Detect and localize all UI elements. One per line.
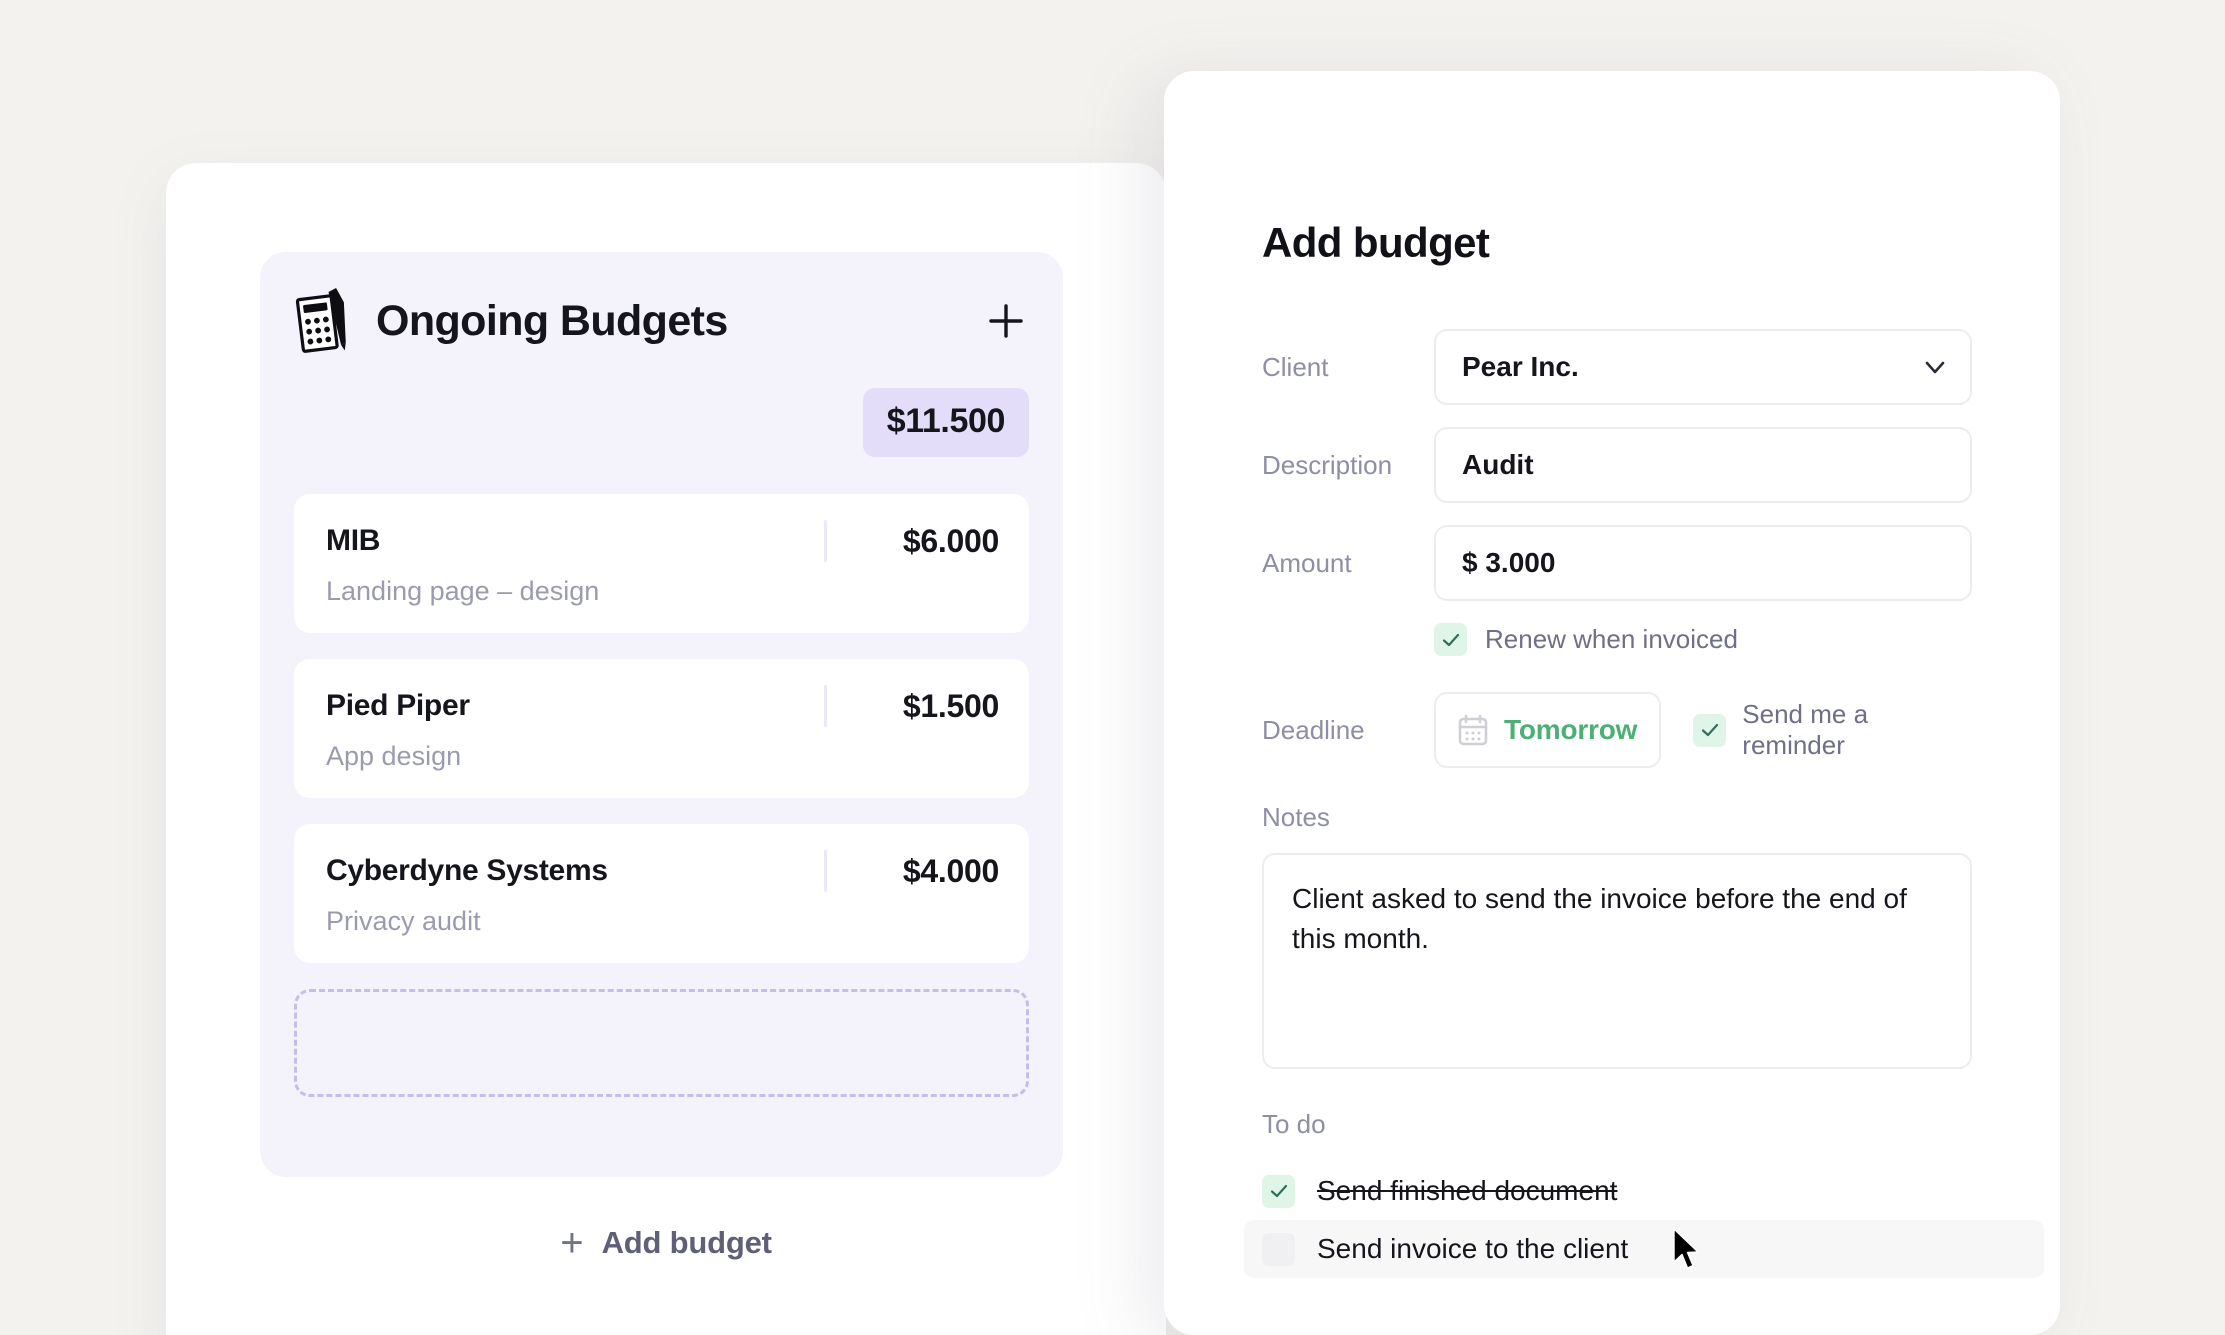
deadline-label: Deadline	[1262, 714, 1365, 745]
renew-checkbox[interactable]	[1434, 623, 1467, 656]
plus-icon: +	[560, 1221, 584, 1265]
calculator-pencil-icon	[294, 287, 350, 355]
notes-textarea[interactable]: Client asked to send the invoice before …	[1262, 853, 1972, 1069]
budget-client-name: Cyberdyne Systems	[326, 854, 608, 887]
notes-label: Notes	[1262, 802, 1330, 832]
table-row[interactable]: MIB $6.000 Landing page – design	[294, 494, 1029, 633]
budget-description: App design	[326, 741, 462, 771]
budget-row-top: MIB $6.000	[326, 520, 999, 562]
todo-checkbox[interactable]	[1262, 1232, 1295, 1266]
budget-row-top: Pied Piper $1.500	[326, 685, 999, 727]
total-budget-badge: $11.500	[862, 388, 1029, 457]
ongoing-budgets-panel: Ongoing Budgets $11.500 MIB $6.000 Landi…	[260, 252, 1063, 1177]
renew-check-line[interactable]: Renew when invoiced	[1434, 623, 1738, 656]
client-value: Pear Inc.	[1462, 351, 1579, 382]
deadline-value: Tomorrow	[1504, 714, 1638, 745]
todo-checkbox[interactable]	[1262, 1174, 1295, 1208]
budget-description: Landing page – design	[326, 576, 600, 606]
add-budget-button[interactable]: + Add budget	[166, 1223, 1166, 1263]
add-budget-modal: Add budget Client Pear Inc. Description	[1164, 71, 2060, 1335]
client-select[interactable]: Pear Inc.	[1434, 329, 1972, 405]
client-label: Client	[1262, 351, 1329, 382]
total-badge-wrap: $11.500	[294, 388, 1029, 457]
budget-amount: $1.500	[902, 687, 999, 724]
amount-value: $ 3.000	[1462, 547, 1556, 578]
budget-amount: $4.000	[902, 852, 999, 889]
panel-title: Ongoing Budgets	[376, 296, 728, 345]
renew-label: Renew when invoiced	[1485, 624, 1738, 654]
todo-text: Send invoice to the client	[1317, 1233, 1629, 1264]
client-field-row: Client Pear Inc.	[1262, 329, 1972, 405]
description-field-row: Description Audit	[1262, 427, 1972, 503]
budget-client-name: MIB	[326, 524, 381, 557]
page-title: Add budget	[1262, 219, 1490, 266]
reminder-checkbox[interactable]	[1693, 713, 1727, 747]
budget-list: MIB $6.000 Landing page – design Pied Pi…	[294, 494, 1029, 1097]
table-row[interactable]: Cyberdyne Systems $4.000 Privacy audit	[294, 824, 1029, 963]
send-reminder-toggle[interactable]: Send me a reminder	[1693, 699, 1972, 761]
add-budget-plus-icon[interactable]	[983, 298, 1029, 344]
deadline-date-button[interactable]: Tomorrow	[1434, 692, 1662, 768]
renew-when-invoiced-row: Renew when invoiced	[1262, 623, 1972, 656]
amount-input[interactable]: $ 3.000	[1434, 525, 1972, 601]
reminder-label: Send me a reminder	[1742, 699, 1869, 760]
description-label: Description	[1262, 449, 1393, 480]
table-row[interactable]: Pied Piper $1.500 App design	[294, 659, 1029, 798]
page-surface: Ongoing Budgets $11.500 MIB $6.000 Landi…	[0, 0, 2225, 1335]
add-budget-label: Add budget	[601, 1225, 772, 1260]
chevron-down-icon	[1922, 354, 1948, 380]
budget-drop-zone[interactable]	[294, 989, 1029, 1097]
deadline-field-row: Deadline Tomorrow Send me a reminder	[1262, 692, 1972, 768]
amount-label: Amount	[1262, 547, 1352, 578]
todo-text: Send finished document	[1317, 1175, 1618, 1206]
list-item[interactable]: Send invoice to the client	[1244, 1220, 2044, 1278]
calendar-icon	[1458, 714, 1488, 746]
list-item[interactable]: Send finished document	[1244, 1162, 2044, 1220]
description-input[interactable]: Audit	[1434, 427, 1972, 503]
panel-header: Ongoing Budgets	[294, 278, 1029, 364]
budgets-card: Ongoing Budgets $11.500 MIB $6.000 Landi…	[166, 163, 1166, 1335]
description-value: Audit	[1462, 449, 1534, 480]
budget-amount: $6.000	[902, 522, 999, 559]
budget-client-name: Pied Piper	[326, 689, 470, 722]
add-budget-form: Client Pear Inc. Description Audit Amoun…	[1244, 329, 2044, 1278]
budget-row-top: Cyberdyne Systems $4.000	[326, 850, 999, 892]
amount-field-row: Amount $ 3.000	[1262, 525, 1972, 601]
todo-label: To do	[1262, 1109, 1326, 1139]
budget-description: Privacy audit	[326, 906, 481, 936]
